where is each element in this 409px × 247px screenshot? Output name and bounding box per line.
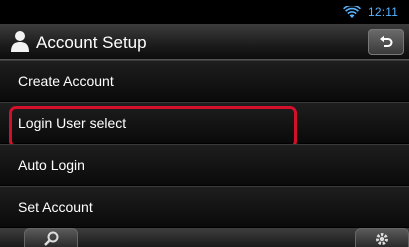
back-button[interactable] [368,29,404,55]
search-icon [44,231,59,246]
user-icon [11,31,29,52]
search-button[interactable] [24,228,78,247]
settings-button[interactable] [355,228,409,247]
menu-item-login-user-select[interactable]: Login User select [0,102,409,148]
gear-icon [376,233,388,245]
status-time: 12:11 [368,5,399,19]
back-arrow-icon [380,35,393,47]
title-bar: Account Setup [0,24,409,60]
menu-item-label: Login User select [18,115,127,131]
menu-item-label: Auto Login [18,157,85,173]
menu-item-set-account[interactable]: Set Account [0,186,409,228]
menu-item-label: Set Account [18,199,93,215]
menu-item-auto-login[interactable]: Auto Login [0,144,409,186]
status-bar: 12:11 [0,0,409,24]
page-title: Account Setup [36,33,147,52]
menu-item-create-account[interactable]: Create Account [0,60,409,102]
menu-item-label: Create Account [18,73,114,89]
wifi-icon [343,6,361,18]
bottom-bar [0,228,409,247]
